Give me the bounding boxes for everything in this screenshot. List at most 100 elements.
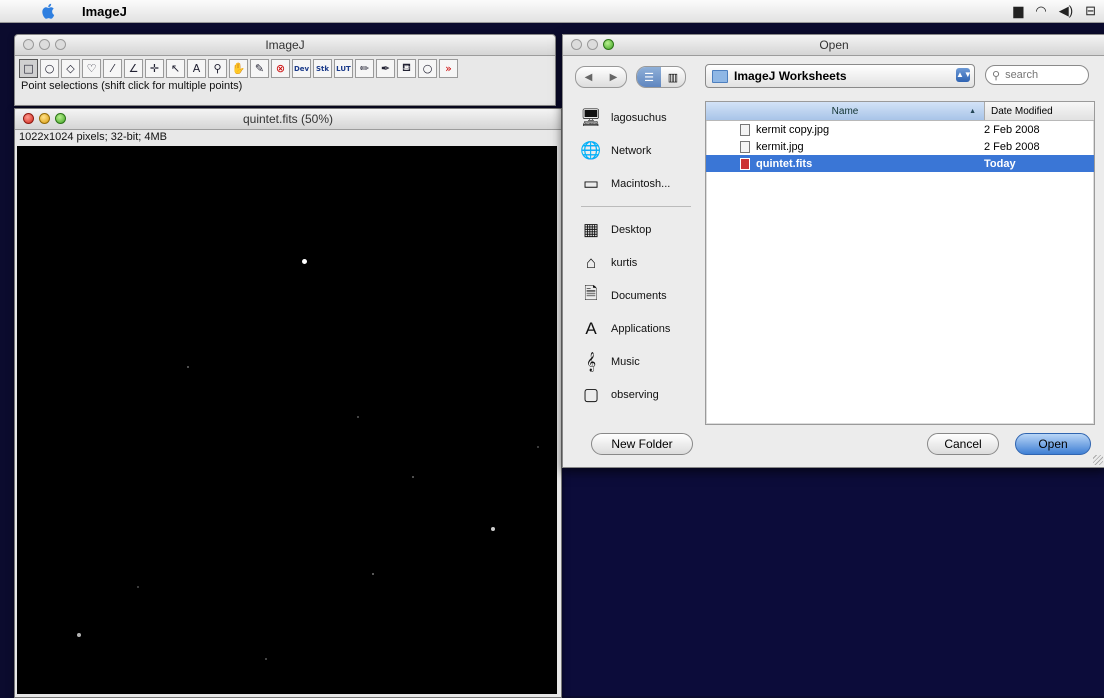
file-date: 2 Feb 2008 [984, 140, 1040, 153]
new-folder-button[interactable]: New Folder [591, 433, 693, 455]
apple-menu-icon[interactable] [40, 2, 58, 20]
flood-fill-tool-icon[interactable]: ⛾ [397, 59, 416, 78]
search-input[interactable] [1003, 68, 1078, 82]
desktop-icon: ▦ [582, 219, 600, 239]
file-rows: kermit copy.jpg 2 Feb 2008 kermit.jpg 2 Feb… [706, 121, 1094, 172]
pencil-tool-icon[interactable]: ✏ [355, 59, 374, 78]
image-canvas[interactable] [17, 146, 557, 694]
search-box[interactable]: ⚲ [985, 65, 1089, 85]
view-mode-buttons: ☰ ▥ [636, 66, 686, 88]
image-info-text: 1022x1024 pixels; 32-bit; 4MB [19, 131, 167, 143]
sidebar-item-macintosh[interactable]: ▭ Macintosh... [573, 167, 699, 200]
lut-tool-icon[interactable]: LUT [334, 59, 353, 78]
circle-tool-icon[interactable]: ○ [418, 59, 437, 78]
toolbar-status-text: Point selections (shift click for multip… [21, 80, 243, 92]
imagej-toolbar-window: ImageJ □ ○ ◇ ♡ ⁄ ∠ ✛ ↖ A ⚲ ✋ ✎ ⊗ Dev Stk LUT ✏ ✒ ⛾ ○» Point… [14, 34, 556, 106]
image-window-title: quintet.fits (50%) [242, 112, 334, 126]
rectangle-tool-icon[interactable]: □ [19, 59, 38, 78]
file-row[interactable]: kermit.jpg 2 Feb 2008 [706, 138, 1094, 155]
folder-popup[interactable]: ImageJ Worksheets ▲▼ [705, 64, 975, 88]
open-dialog-title: Open [819, 38, 849, 52]
sidebar-item-music[interactable]: 𝄞 Music [573, 345, 699, 378]
sidebar-item-documents[interactable]: 🗎 Documents [573, 279, 699, 312]
app-menu-name[interactable]: ImageJ [82, 4, 127, 19]
file-date: 2 Feb 2008 [984, 123, 1040, 136]
date-column-header[interactable]: Date Modified [985, 102, 1094, 120]
sidebar-item-applications[interactable]: A Applications [573, 312, 699, 345]
wifi-icon[interactable]: ◠ [1035, 3, 1046, 19]
cancel-button[interactable]: Cancel [927, 433, 999, 455]
sidebar-item-network[interactable]: 🌐 Network [573, 134, 699, 167]
sidebar-item-label: Desktop [611, 223, 652, 236]
dialog-toolbar: ◀ ▶ ☰ ▥ ImageJ Worksheets ▲▼ ⚲ [563, 56, 1104, 96]
text-tool-icon[interactable]: A [187, 59, 206, 78]
list-view-icon[interactable]: ☰ [637, 67, 661, 87]
file-icon [740, 140, 750, 153]
dropper-tool-icon[interactable]: ✎ [250, 59, 269, 78]
sidebar-item-label: Macintosh... [611, 177, 671, 190]
image-window: quintet.fits (50%) 1022x1024 pixels; 32-… [14, 108, 562, 698]
sidebar-item-label: Applications [611, 322, 671, 335]
stop-tool-icon[interactable]: ⊗ [271, 59, 290, 78]
folder-popup-label: ImageJ Worksheets [734, 69, 847, 83]
line-tool-icon[interactable]: ⁄ [103, 59, 122, 78]
file-row[interactable]: quintet.fits Today [706, 155, 1094, 172]
display-icon[interactable]: ▆ [1013, 3, 1023, 19]
point-tool-icon[interactable]: ✛ [145, 59, 164, 78]
hard-drive-icon: ▭ [582, 173, 600, 193]
file-row[interactable]: kermit copy.jpg 2 Feb 2008 [706, 121, 1094, 138]
back-forward-buttons: ◀ ▶ [575, 66, 627, 88]
open-dialog-titlebar[interactable]: Open [563, 35, 1104, 56]
magnifier-tool-icon[interactable]: ⚲ [208, 59, 227, 78]
file-icon [740, 123, 750, 136]
freehand-tool-icon[interactable]: ♡ [82, 59, 101, 78]
file-name: kermit copy.jpg [756, 123, 830, 136]
brush-tool-icon[interactable]: ✒ [376, 59, 395, 78]
home-icon: ⌂ [585, 252, 597, 272]
network-icon: 🌐 [580, 140, 602, 160]
sidebar-item-label: Music [611, 355, 640, 368]
name-column-header[interactable]: Name ▲ [706, 102, 985, 120]
sidebar-item-label: observing [611, 388, 659, 401]
resize-grip[interactable] [1093, 455, 1103, 465]
back-icon[interactable]: ◀ [585, 72, 593, 83]
documents-icon: 🗎 [584, 284, 598, 303]
file-list[interactable]: Name ▲ Date Modified kermit copy.jpg 2 Fe… [705, 101, 1095, 425]
sidebar-separator [581, 206, 691, 207]
star [77, 633, 81, 637]
more-tools-icon[interactable]: » [439, 59, 458, 78]
open-button[interactable]: Open [1015, 433, 1091, 455]
oval-tool-icon[interactable]: ○ [40, 59, 59, 78]
sidebar-item-label: kurtis [611, 256, 638, 269]
file-name: kermit.jpg [756, 140, 804, 153]
star [412, 476, 414, 478]
dev-tool-icon[interactable]: Dev [292, 59, 311, 78]
battery-icon[interactable]: ⊟ [1085, 3, 1096, 19]
hand-tool-icon[interactable]: ✋ [229, 59, 248, 78]
sidebar-item-kurtis[interactable]: ⌂ kurtis [573, 246, 699, 279]
sort-ascending-icon: ▲ [969, 107, 976, 115]
file-icon [740, 157, 750, 170]
wand-tool-icon[interactable]: ↖ [166, 59, 185, 78]
volume-icon[interactable]: ◀) [1059, 3, 1073, 19]
sidebar-item-lagosuchus[interactable]: 🖥 lagosuchus [573, 101, 699, 134]
column-view-icon[interactable]: ▥ [661, 67, 685, 87]
sidebar-item-desktop[interactable]: ▦ Desktop [573, 213, 699, 246]
star [357, 416, 359, 418]
forward-icon[interactable]: ▶ [610, 72, 618, 83]
stk-tool-icon[interactable]: Stk [313, 59, 332, 78]
star [537, 446, 539, 448]
angle-tool-icon[interactable]: ∠ [124, 59, 143, 78]
polygon-tool-icon[interactable]: ◇ [61, 59, 80, 78]
file-name-cell: kermit copy.jpg [706, 123, 978, 136]
toolbar-titlebar[interactable]: ImageJ [15, 35, 555, 56]
search-icon: ⚲ [992, 69, 1001, 82]
sidebar-item-observing[interactable]: ▢ observing [573, 378, 699, 411]
star [302, 259, 307, 264]
star [491, 527, 495, 531]
tool-palette: □ ○ ◇ ♡ ⁄ ∠ ✛ ↖ A ⚲ ✋ ✎ ⊗ Dev Stk LUT ✏ ✒ ⛾ ○» [15, 56, 555, 78]
computer-icon: 🖥 [580, 107, 602, 127]
star [137, 586, 139, 588]
star [187, 366, 189, 368]
image-titlebar[interactable]: quintet.fits (50%) [15, 109, 561, 130]
